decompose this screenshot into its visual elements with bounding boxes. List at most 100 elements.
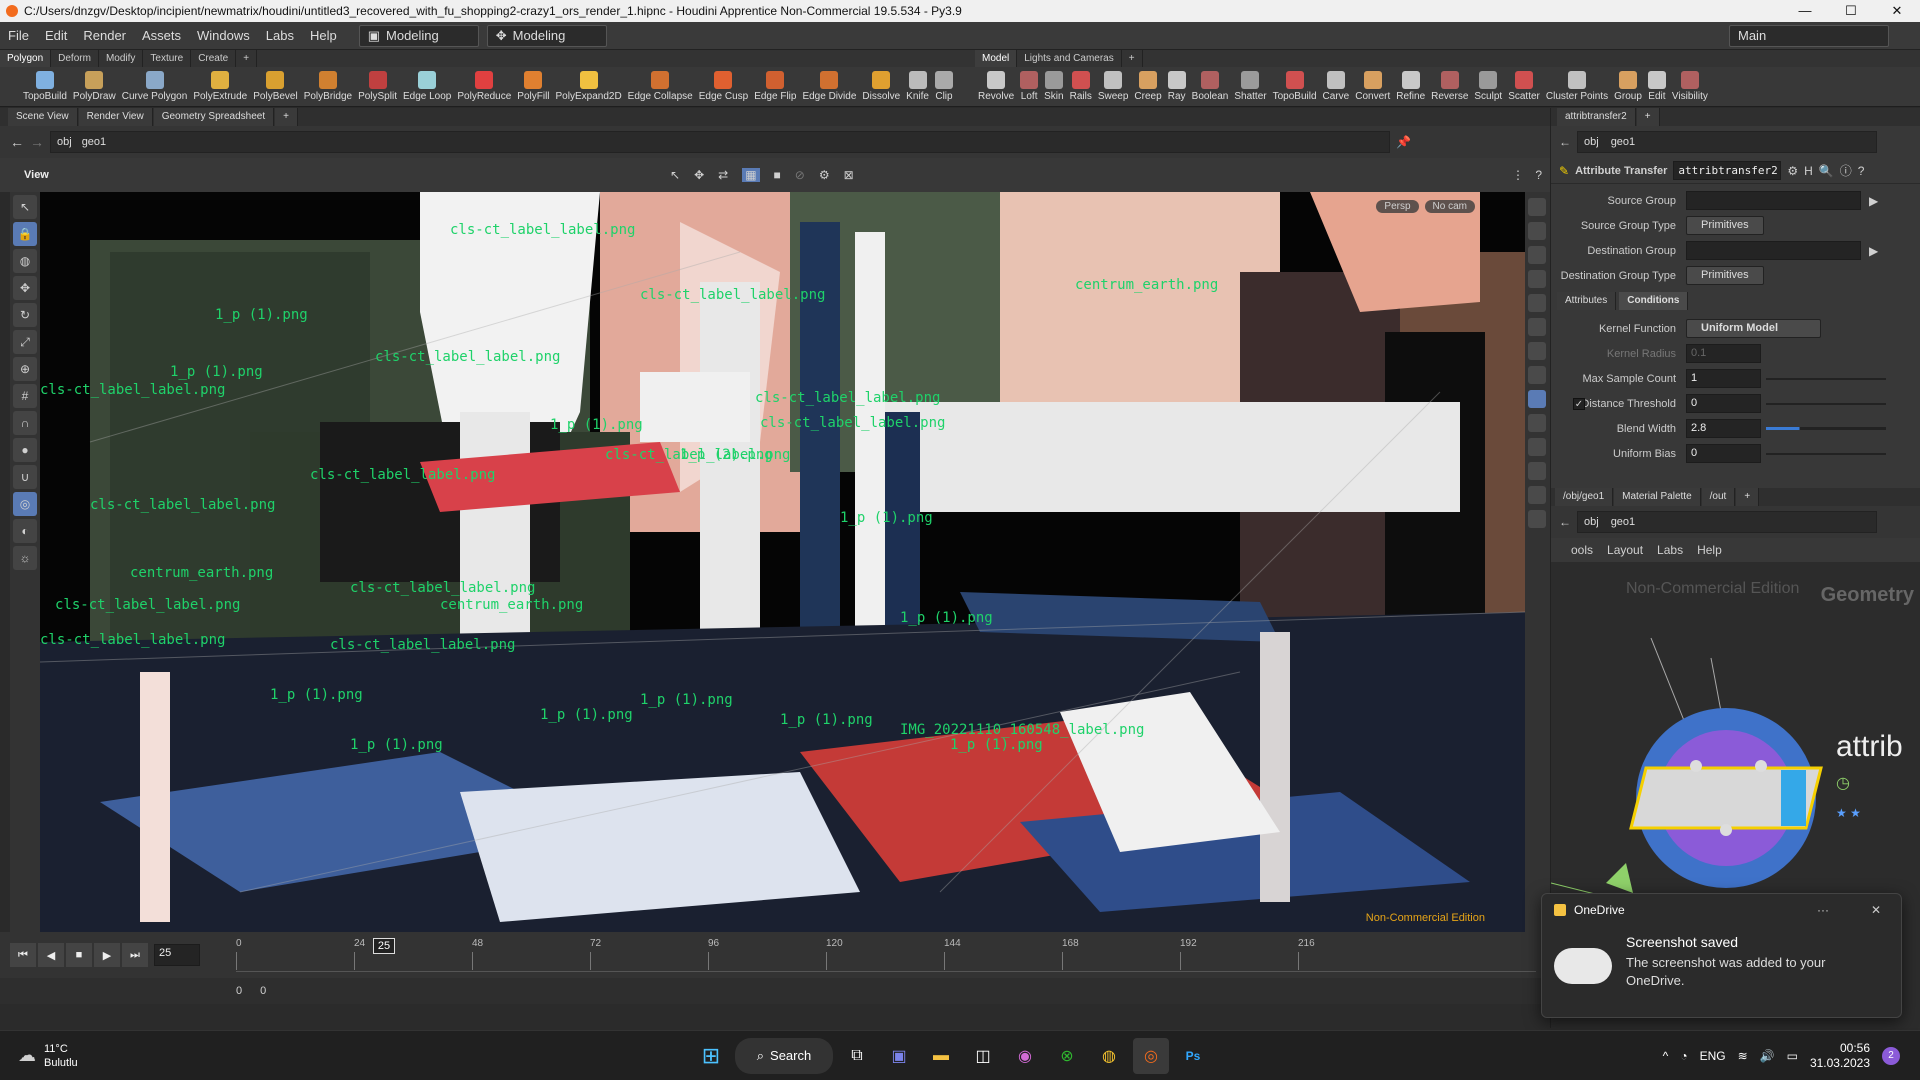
tab-scene-view[interactable]: Scene View [8,108,78,126]
shelf-tool-knife[interactable]: Knife [903,67,932,107]
shelf-tool-skin[interactable]: Skin [1041,67,1066,107]
menu-help[interactable]: Help [302,22,345,50]
step-back-icon[interactable]: ◀ [38,943,64,967]
source-group-arrow-icon[interactable]: ▶ [1869,194,1878,208]
clock[interactable]: 00:56 31.03.2023 [1810,1041,1870,1071]
menu-labs[interactable]: Labs [258,22,302,50]
shelf-tool-dissolve[interactable]: Dissolve [859,67,903,107]
battery-icon[interactable]: ▭ [1787,1049,1798,1063]
node-name-field[interactable]: attribtransfer2 [1673,161,1782,180]
kernel-function-menu[interactable]: Uniform Model [1686,319,1821,338]
menu-windows[interactable]: Windows [189,22,258,50]
network-path-geo[interactable]: geo1 [1611,516,1635,528]
node-name-label[interactable]: attrib [1836,730,1903,764]
shelf-tool-boolean[interactable]: Boolean [1189,67,1232,107]
shelf-tool-edge-divide[interactable]: Edge Divide [799,67,859,107]
jump-end-icon[interactable]: ⏭ [122,943,148,967]
menu-file[interactable]: File [0,22,37,50]
viewport-options-icon[interactable]: ⋮ [1512,168,1524,182]
network-back-icon[interactable]: ← [1559,515,1571,529]
network-path-obj[interactable]: obj [1584,516,1599,528]
add-shelf-icon-2[interactable]: + [1122,50,1143,67]
shelf-tool-polysplit[interactable]: PolySplit [355,67,400,107]
snap-multi-icon[interactable]: ◎ [13,492,37,516]
shelf-tool-edge-loop[interactable]: Edge Loop [400,67,454,107]
rotate-tool-icon[interactable]: ↻ [13,303,37,327]
notification-badge[interactable]: 2 [1882,1046,1900,1065]
network-menu-labs[interactable]: Labs [1657,543,1683,557]
info-icon[interactable]: ⓘ [1840,162,1852,179]
main-desktop-dropdown[interactable]: Main [1729,24,1889,47]
shelf-tool-loft[interactable]: Loft [1017,67,1041,107]
forward-arrow-icon[interactable]: → [30,134,44,150]
source-group-field[interactable] [1686,191,1861,210]
shelf-tool-polyexpand2d[interactable]: PolyExpand2D [553,67,625,107]
param-help-icon[interactable]: ? [1858,164,1865,178]
path-geo[interactable]: geo1 [82,136,106,148]
start-button[interactable]: ⊞ [693,1038,729,1074]
shelf-tab-polygon[interactable]: Polygon [0,50,52,67]
add-param-tab-icon[interactable]: + [1636,108,1660,126]
range-start[interactable]: 0 [236,985,242,997]
pin-icon[interactable]: 📌 [1396,135,1411,149]
uniform-bias-field[interactable]: 0 [1686,444,1761,463]
path-obj[interactable]: obj [57,136,72,148]
network-path-field[interactable]: obj geo1 [1577,511,1877,533]
task-view-icon[interactable]: ⧉ [839,1038,875,1074]
shelf-tool-visibility[interactable]: Visibility [1669,67,1711,107]
lock-camera-icon[interactable] [1528,246,1546,264]
scale-tool-icon[interactable]: ⤢ [13,330,37,354]
snap-curve-icon[interactable]: ∩ [13,411,37,435]
blend-width-field[interactable]: 2.8 [1686,419,1761,438]
render-region-icon[interactable]: ⊠ [844,168,854,182]
display-options-icon[interactable] [1528,198,1546,216]
menu-assets[interactable]: Assets [134,22,189,50]
menu-render[interactable]: Render [75,22,134,50]
shelf-tool-refine[interactable]: Refine [1393,67,1428,107]
lock-icon[interactable]: 🔒 [13,222,37,246]
range-end[interactable]: 0 [260,985,266,997]
teams-icon[interactable]: ▣ [881,1038,917,1074]
uv-icon[interactable] [1528,414,1546,432]
toast-more-button[interactable]: ··· [1817,903,1829,917]
snap-icon[interactable]: ⇄ [718,168,728,182]
volume-icon[interactable]: 🔊 [1760,1049,1775,1063]
tab-geometry-spreadsheet[interactable]: Geometry Spreadsheet [153,108,275,126]
visibility-icon[interactable] [1528,222,1546,240]
uniform-bias-slider[interactable] [1766,452,1886,455]
xbox-icon[interactable]: ⊗ [1049,1038,1085,1074]
shelf-tool-polyfill[interactable]: PolyFill [514,67,552,107]
add-shelf-icon[interactable]: + [236,50,258,67]
viewport-3d[interactable]: cls-ct_label_label.png cls-ct_label_label… [40,192,1525,932]
transform-icon[interactable]: ✥ [694,168,704,182]
play-icon[interactable]: ▶ [94,943,120,967]
weather-widget[interactable]: ☁ 11°C Bulutlu [18,1042,78,1070]
param-path-field[interactable]: obj geo1 [1577,131,1877,153]
tab-material-palette[interactable]: Material Palette [1614,488,1701,506]
shelf-tool-edge-flip[interactable]: Edge Flip [751,67,799,107]
timeline-ruler[interactable]: 0 24 48 72 96 120 144 168 192 216 25 [236,938,1536,972]
shelf-tab-texture[interactable]: Texture [143,50,192,67]
gear-icon[interactable]: ⚙ [1787,164,1798,178]
shelf-tool-clip[interactable]: Clip [932,67,956,107]
shelf-tool-scatter[interactable]: Scatter [1505,67,1543,107]
help-book-icon[interactable]: H [1804,164,1813,178]
cam-menu[interactable]: No cam [1424,200,1475,213]
shading-icon[interactable]: ■ [774,168,781,182]
wifi-icon[interactable]: ≋ [1738,1049,1748,1063]
max-sample-slider[interactable] [1766,377,1886,380]
shelf-tool-creep[interactable]: Creep [1131,67,1164,107]
dest-group-type-menu[interactable]: Primitives [1686,266,1764,285]
stop-icon[interactable]: ⊘ [795,168,805,182]
network-menu-tools[interactable]: ools [1571,543,1593,557]
shelf-tool-sweep[interactable]: Sweep [1095,67,1132,107]
shelf-tool-revolve[interactable]: Revolve [975,67,1017,107]
back-arrow-icon[interactable]: ← [10,134,24,150]
shelf-tool-edit[interactable]: Edit [1645,67,1669,107]
shelf-tab-deform[interactable]: Deform [51,50,99,67]
lights-icon[interactable] [1528,342,1546,360]
persp-menu[interactable]: Persp [1376,200,1419,213]
network-menu-layout[interactable]: Layout [1607,543,1643,557]
search-icon[interactable]: 🔍 [1819,164,1834,178]
camera-icon[interactable]: ⚙ [819,168,830,182]
